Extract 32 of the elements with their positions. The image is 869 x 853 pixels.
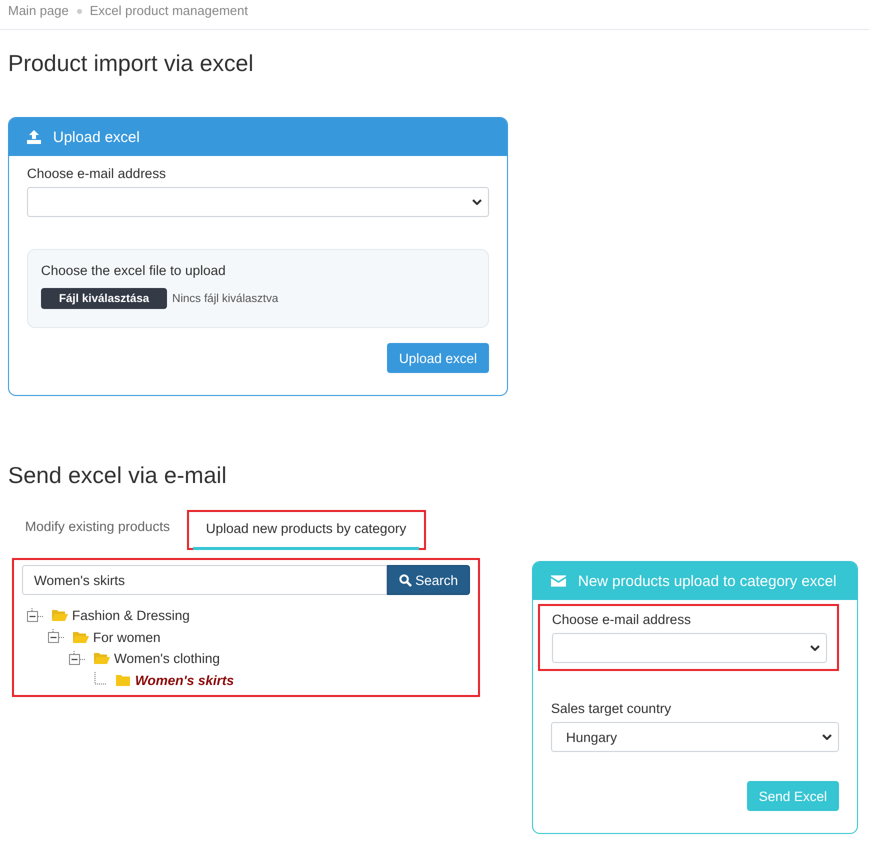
page-title: Product import via excel <box>8 49 254 78</box>
field-label: Choose the excel file to upload <box>41 263 227 278</box>
search-button[interactable]: Search <box>387 565 470 595</box>
upload-icon <box>27 130 41 144</box>
field-label: Sales target country <box>551 701 672 716</box>
folder-icon <box>115 674 131 687</box>
breadcrumb-link[interactable]: Excel product management <box>90 3 248 18</box>
tree-item[interactable]: Fashion & Dressing <box>72 608 190 624</box>
chevron-icon <box>810 645 820 651</box>
search-field[interactable]: Women's skirts <box>22 565 388 595</box>
separator-dot <box>76 9 82 14</box>
card-title: Upload excel <box>53 128 140 146</box>
open-folder-icon <box>94 652 110 666</box>
tree-item[interactable]: For women <box>93 630 161 645</box>
tab[interactable]: Upload new products by category <box>192 512 420 550</box>
breadcrumb-link[interactable]: Main page <box>8 3 69 18</box>
tab[interactable]: Modify existing products <box>17 510 178 548</box>
section-title: Send excel via e-mail <box>8 461 228 490</box>
choose-file-button[interactable]: Fájl kiválasztása <box>41 288 168 309</box>
field-label: Choose e-mail address <box>552 612 692 627</box>
tree-item[interactable]: Women's skirts <box>135 672 234 688</box>
card-title: New products upload to category excel <box>578 572 836 590</box>
tree-item[interactable]: Women's clothing <box>114 651 220 666</box>
file-status: Nincs fájl kiválasztva <box>172 292 278 304</box>
chevron-icon <box>472 199 482 205</box>
open-folder-icon <box>52 609 68 622</box>
country-select[interactable]: Hungary <box>551 722 839 752</box>
envelope-icon <box>551 575 566 587</box>
open-folder-icon <box>73 630 89 644</box>
field-label: Choose e-mail address <box>27 166 167 181</box>
search-icon <box>399 574 412 586</box>
chevron-icon <box>822 734 832 740</box>
